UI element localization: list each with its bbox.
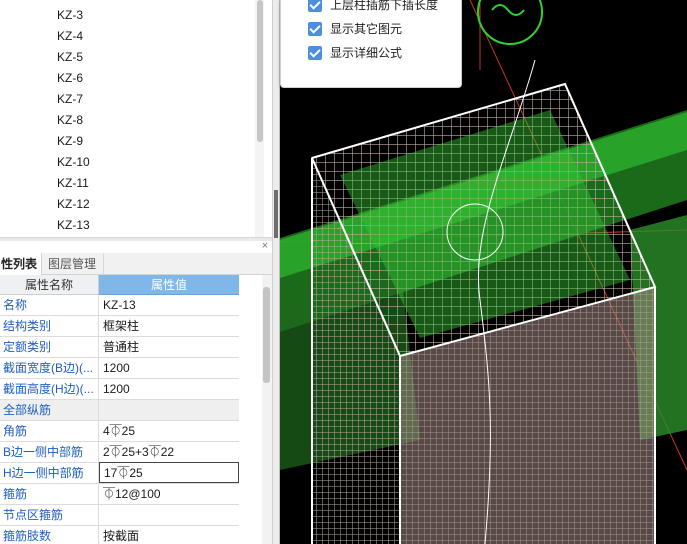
- property-name: 全部纵筋: [0, 400, 99, 420]
- property-name: 箍筋: [0, 484, 99, 504]
- property-group-row[interactable]: 全部纵筋: [0, 400, 239, 421]
- property-value[interactable]: 普通柱: [99, 337, 239, 357]
- column-header-property-value: 属性值: [99, 275, 239, 295]
- checkbox-checked-icon[interactable]: [308, 46, 322, 60]
- property-value[interactable]: 1200: [99, 379, 239, 399]
- property-row[interactable]: 截面高度(H边)(... 1200: [0, 379, 239, 400]
- list-item-kz-5[interactable]: KZ-5: [57, 47, 83, 68]
- property-row[interactable]: 名称 KZ-13: [0, 295, 239, 316]
- tab-bar: 性列表 图层管理: [0, 253, 272, 275]
- list-item-kz-11[interactable]: KZ-11: [57, 173, 89, 194]
- property-name: 角筋: [0, 421, 99, 441]
- list-item-kz-10[interactable]: KZ-10: [57, 152, 90, 173]
- panel-splitter[interactable]: [0, 237, 272, 241]
- tab-property-list[interactable]: 性列表: [0, 253, 42, 275]
- property-row[interactable]: 截面宽度(B边)(... 1200: [0, 358, 239, 379]
- property-row[interactable]: 箍筋肢数 按截面: [0, 526, 239, 544]
- property-row[interactable]: 定额类别 普通柱: [0, 337, 239, 358]
- panel-divider[interactable]: [272, 0, 280, 544]
- property-value[interactable]: 2⏁25+3⏁22: [99, 442, 239, 462]
- property-value[interactable]: 4⏁25: [99, 421, 239, 441]
- list-item-kz-12[interactable]: KZ-12: [57, 194, 90, 215]
- property-name: H边一侧中部筋: [0, 463, 99, 483]
- property-name: B边一侧中部筋: [0, 442, 99, 462]
- property-name: 箍筋肢数: [0, 526, 99, 544]
- property-value[interactable]: 框架柱: [99, 316, 239, 336]
- property-name: 名称: [0, 295, 99, 315]
- property-row[interactable]: 箍筋 ⏁12@100: [0, 484, 239, 505]
- list-scrollbar-thumb[interactable]: [257, 0, 263, 142]
- option-label: 上层柱插筋下插长度: [330, 0, 439, 12]
- list-item-kz-7[interactable]: KZ-7: [57, 89, 83, 110]
- list-item-kz-3[interactable]: KZ-3: [57, 5, 83, 26]
- tab-layer-management[interactable]: 图层管理: [42, 253, 104, 275]
- divider-grip[interactable]: [274, 190, 278, 238]
- property-value[interactable]: KZ-13: [99, 295, 239, 315]
- list-item-kz-4[interactable]: KZ-4: [57, 26, 83, 47]
- property-row[interactable]: 角筋 4⏁25: [0, 421, 239, 442]
- property-name: 截面宽度(B边)(...: [0, 358, 99, 378]
- column-header-property-name: 属性名称: [0, 275, 99, 295]
- checkbox-checked-icon[interactable]: [308, 0, 322, 12]
- view-options-popup: 上层柱插筋下插长度 显示其它图元 显示详细公式: [280, 0, 462, 88]
- property-value[interactable]: 1200: [99, 358, 239, 378]
- property-value[interactable]: ⏁12@100: [99, 484, 239, 504]
- option-label: 显示其它图元: [330, 22, 403, 36]
- property-grid: 属性名称 属性值 名称 KZ-13 结构类别 框架柱 定额类别 普通柱 截面宽度…: [0, 275, 262, 544]
- option-label: 显示详细公式: [330, 46, 403, 60]
- list-item-kz-8[interactable]: KZ-8: [57, 110, 83, 131]
- property-row[interactable]: B边一侧中部筋 2⏁25+3⏁22: [0, 442, 239, 463]
- property-value[interactable]: [99, 505, 239, 525]
- component-list-panel: KZ-3 KZ-4 KZ-5 KZ-6 KZ-7 KZ-8 KZ-9 KZ-10…: [0, 0, 272, 237]
- property-value[interactable]: [99, 400, 239, 420]
- property-value[interactable]: 按截面: [99, 526, 239, 544]
- property-name: 结构类别: [0, 316, 99, 336]
- property-row[interactable]: 结构类别 框架柱: [0, 316, 239, 337]
- checkbox-checked-icon[interactable]: [308, 22, 322, 36]
- list-item-kz-13[interactable]: KZ-13: [57, 215, 90, 236]
- property-row[interactable]: 节点区箍筋: [0, 505, 239, 526]
- list-item-kz-9[interactable]: KZ-9: [57, 131, 83, 152]
- close-icon[interactable]: ×: [259, 240, 271, 252]
- property-row-editing[interactable]: H边一侧中部筋 17⏁25: [0, 462, 239, 484]
- property-value-input[interactable]: 17⏁25: [99, 462, 239, 483]
- property-name: 截面高度(H边)(...: [0, 379, 99, 399]
- property-name: 定额类别: [0, 337, 99, 357]
- property-name: 节点区箍筋: [0, 505, 99, 525]
- list-item-kz-6[interactable]: KZ-6: [57, 68, 83, 89]
- property-scrollbar-thumb[interactable]: [263, 287, 270, 383]
